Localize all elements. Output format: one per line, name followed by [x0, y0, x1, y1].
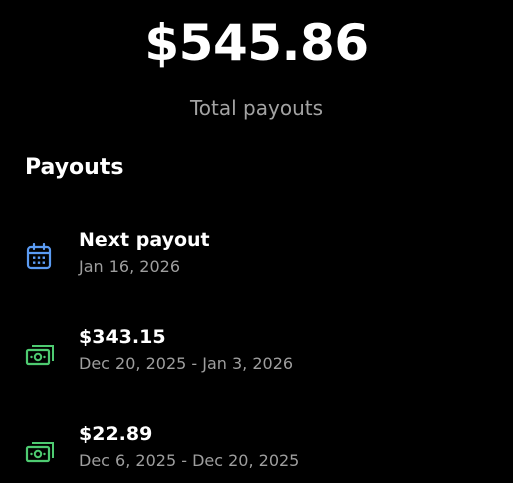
payout-amount: $343.15 [79, 326, 166, 348]
total-payout-label: Total payouts [189, 96, 324, 120]
cash-icon [25, 340, 55, 368]
payout-amount: $22.89 [79, 423, 153, 445]
next-payout-row[interactable]: Next payout Jan 16, 2026 [0, 229, 513, 289]
calendar-icon [25, 242, 55, 271]
payout-period: Dec 6, 2025 - Dec 20, 2025 [79, 451, 300, 470]
cash-icon [25, 437, 55, 465]
payout-period: Dec 20, 2025 - Jan 3, 2026 [79, 354, 294, 373]
total-payout-amount: $545.86 [144, 14, 369, 72]
payout-row[interactable]: $343.15 Dec 20, 2025 - Jan 3, 2026 [0, 326, 513, 386]
payout-row[interactable]: $22.89 Dec 6, 2025 - Dec 20, 2025 [0, 423, 513, 483]
next-payout-title: Next payout [79, 229, 210, 251]
payouts-section-title: Payouts [25, 155, 124, 180]
next-payout-date: Jan 16, 2026 [79, 257, 180, 276]
